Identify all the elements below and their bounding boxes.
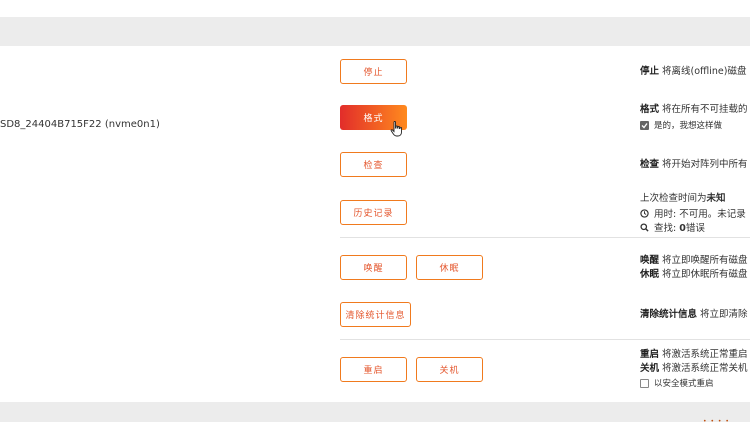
checkbox-check-icon — [641, 122, 648, 128]
stop-description: 停止 将离线(offline)磁盘 — [640, 66, 747, 77]
wake-button[interactable]: 唤醒 — [340, 255, 407, 280]
format-confirm-label: 是的，我想这样做 — [654, 121, 723, 131]
device-name: SD8_24404B715F22 (nvme0n1) — [0, 119, 160, 130]
clock-icon — [640, 208, 649, 218]
stop-button[interactable]: 停止 — [340, 59, 407, 84]
format-confirm-row: 是的，我想这样做 — [640, 119, 722, 131]
safe-mode-label: 以安全模式重启 — [654, 379, 714, 389]
sleep-description: 休眠 将立即休眠所有磁盘 — [640, 269, 748, 280]
sleep-button[interactable]: 休眠 — [416, 255, 483, 280]
check-description: 检查 将开始对阵列中所有 — [640, 159, 748, 170]
last-check-line: 上次检查时间为未知 — [640, 193, 726, 204]
format-confirm-checkbox[interactable] — [640, 120, 649, 130]
shutdown-description: 关机 将激活系统正常关机 — [640, 363, 748, 374]
reboot-button[interactable]: 重启 — [340, 357, 407, 382]
safe-mode-checkbox[interactable] — [640, 378, 649, 388]
wake-description: 唤醒 将立即唤醒所有磁盘 — [640, 255, 748, 266]
section-divider — [340, 237, 750, 238]
clear-statistics-description: 清除统计信息 将立即清除 — [640, 309, 748, 320]
check-button[interactable]: 检查 — [340, 152, 407, 177]
shutdown-button[interactable]: 关机 — [416, 357, 483, 382]
safe-mode-row: 以安全模式重启 — [640, 377, 714, 389]
top-bar — [0, 0, 750, 17]
footer-band — [0, 402, 750, 422]
reboot-description: 重启 将激活系统正常重启 — [640, 349, 748, 360]
clear-statistics-button[interactable]: 清除统计信息 — [340, 302, 411, 327]
format-description: 格式 将在所有不可挂载的 — [640, 104, 748, 115]
history-button[interactable]: 历史记录 — [340, 200, 407, 225]
search-icon — [640, 222, 649, 232]
used-time-row: 用时: 不可用。未记录 — [640, 206, 746, 220]
found-errors-row: 查找: 0错误 — [640, 220, 705, 234]
table-header-band — [0, 17, 750, 46]
hand-pointer-icon — [390, 121, 402, 137]
section-divider — [340, 339, 750, 340]
